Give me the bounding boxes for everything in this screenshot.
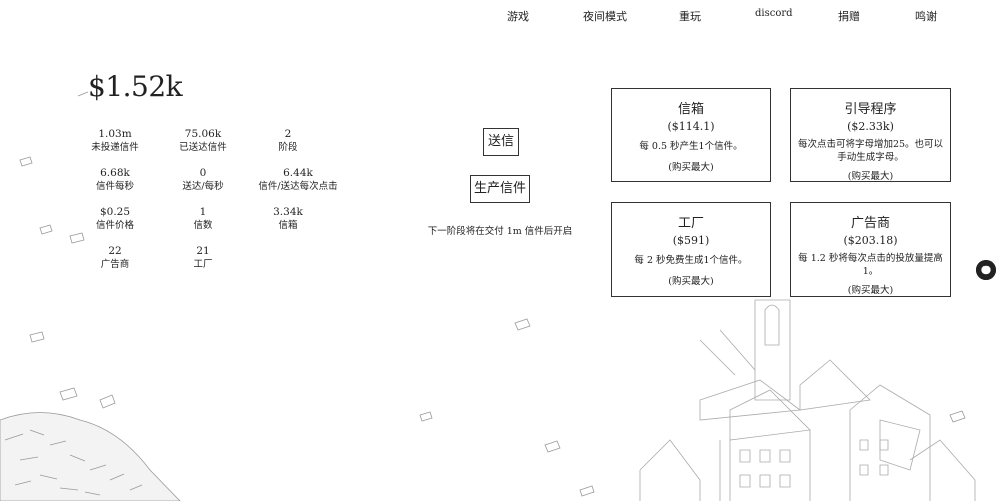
stat-factories: 21 工厂: [158, 244, 248, 272]
stat-value: 6.68k: [100, 167, 130, 179]
shop-item-desc: 每次点击可将字母增加25。也可以手动生成字母。: [797, 139, 944, 163]
produce-letter-button[interactable]: 生产信件: [470, 175, 530, 203]
shop-item-title: 信箱: [677, 102, 704, 117]
nav-discord[interactable]: discord: [755, 8, 793, 19]
github-icon-glyph: [976, 260, 996, 280]
shop-item-mailbox[interactable]: 信箱 ($114.1) 每 0.5 秒产生1个信件。 (购买最大): [611, 88, 771, 182]
shop-item-buy-max[interactable]: (购买最大): [618, 273, 764, 287]
stat-label: 广告商: [100, 259, 130, 270]
stat-value: 21: [196, 245, 210, 257]
stat-value: 22: [108, 245, 122, 257]
stat-per-click: 6.44k 信件/送达每次点击: [243, 166, 353, 194]
stat-label: 已送达信件: [179, 142, 227, 153]
stat-letter-count: 1 信数: [158, 205, 248, 233]
shop-item-buy-max[interactable]: (购买最大): [797, 168, 944, 182]
nav-dark-mode[interactable]: 夜间模式: [583, 8, 627, 24]
stat-value: 3.34k: [273, 206, 303, 218]
shop-item-advertiser[interactable]: 广告商 ($203.18) 每 1.2 秒将每次点击的投放量提高1。 (购买最大…: [790, 202, 951, 297]
shop-item-title: 引导程序: [844, 102, 897, 117]
stat-value: 0: [199, 167, 207, 179]
shop-item-title: 广告商: [850, 216, 890, 231]
stat-label: 阶段: [278, 142, 298, 153]
shop-item-desc: 每 1.2 秒将每次点击的投放量提高1。: [798, 253, 943, 277]
shop-item-desc: 每 0.5 秒产生1个信件。: [639, 141, 743, 152]
shop-item-buy-max[interactable]: (购买最大): [618, 159, 764, 173]
stat-mailboxes: 3.34k 信箱: [243, 205, 333, 233]
shop-item-price: ($2.33k): [847, 120, 894, 133]
stat-label: 信数: [193, 220, 213, 231]
shop-item-desc: 每 2 秒免费生成1个信件。: [634, 255, 748, 266]
quill-mark: [77, 91, 89, 97]
stat-label: 未投递信件: [91, 142, 139, 153]
stat-value: 1: [199, 206, 207, 218]
nav-donate[interactable]: 捐赠: [838, 8, 860, 24]
shop-item-bootstrap[interactable]: 引导程序 ($2.33k) 每次点击可将字母增加25。也可以手动生成字母。 (购…: [790, 88, 951, 182]
shop-item-price: ($114.1): [667, 120, 715, 133]
next-stage-text: 下一阶段将在交付 1m 信件后开启: [427, 226, 573, 237]
send-letter-button[interactable]: 送信: [483, 128, 519, 156]
stat-value: 2: [284, 128, 292, 140]
stat-stage: 2 阶段: [243, 127, 333, 155]
shop-item-price: ($203.18): [843, 234, 898, 247]
nav-restart[interactable]: 重玩: [679, 8, 701, 24]
shop-item-price: ($591): [672, 234, 710, 247]
stat-label: 信箱: [278, 220, 298, 231]
shop-item-factory[interactable]: 工厂 ($591) 每 2 秒免费生成1个信件。 (购买最大): [611, 202, 771, 297]
stat-value: 6.44k: [283, 167, 313, 179]
stat-value: 1.03m: [98, 128, 132, 140]
nav-credits[interactable]: 鸣谢: [915, 8, 937, 24]
money-display: $1.52k: [88, 70, 183, 103]
stat-label: 信件/送达每次点击: [258, 181, 338, 192]
stat-value: $0.25: [99, 206, 131, 218]
stat-letter-price: $0.25 信件价格: [70, 205, 160, 233]
stat-value: 75.06k: [184, 128, 222, 140]
nav-game[interactable]: 游戏: [507, 8, 529, 24]
stat-unsent-letters: 1.03m 未投递信件: [70, 127, 160, 155]
stat-label: 信件价格: [95, 220, 134, 231]
stat-label: 工厂: [193, 259, 213, 270]
stat-label: 信件每秒: [95, 181, 134, 192]
stat-delivered-letters: 75.06k 已送达信件: [158, 127, 248, 155]
stat-delivered-per-second: 0 送达/每秒: [158, 166, 248, 194]
top-nav: 游戏 夜间模式 重玩 discord 捐赠 鸣谢: [0, 8, 1000, 28]
shop-item-title: 工厂: [677, 216, 704, 231]
github-icon[interactable]: [976, 260, 996, 280]
shop-item-buy-max[interactable]: (购买最大): [797, 282, 944, 296]
town-illustration: [639, 299, 976, 501]
stat-letters-per-second: 6.68k 信件每秒: [70, 166, 160, 194]
stat-advertisers: 22 广告商: [70, 244, 160, 272]
stat-label: 送达/每秒: [182, 181, 224, 192]
